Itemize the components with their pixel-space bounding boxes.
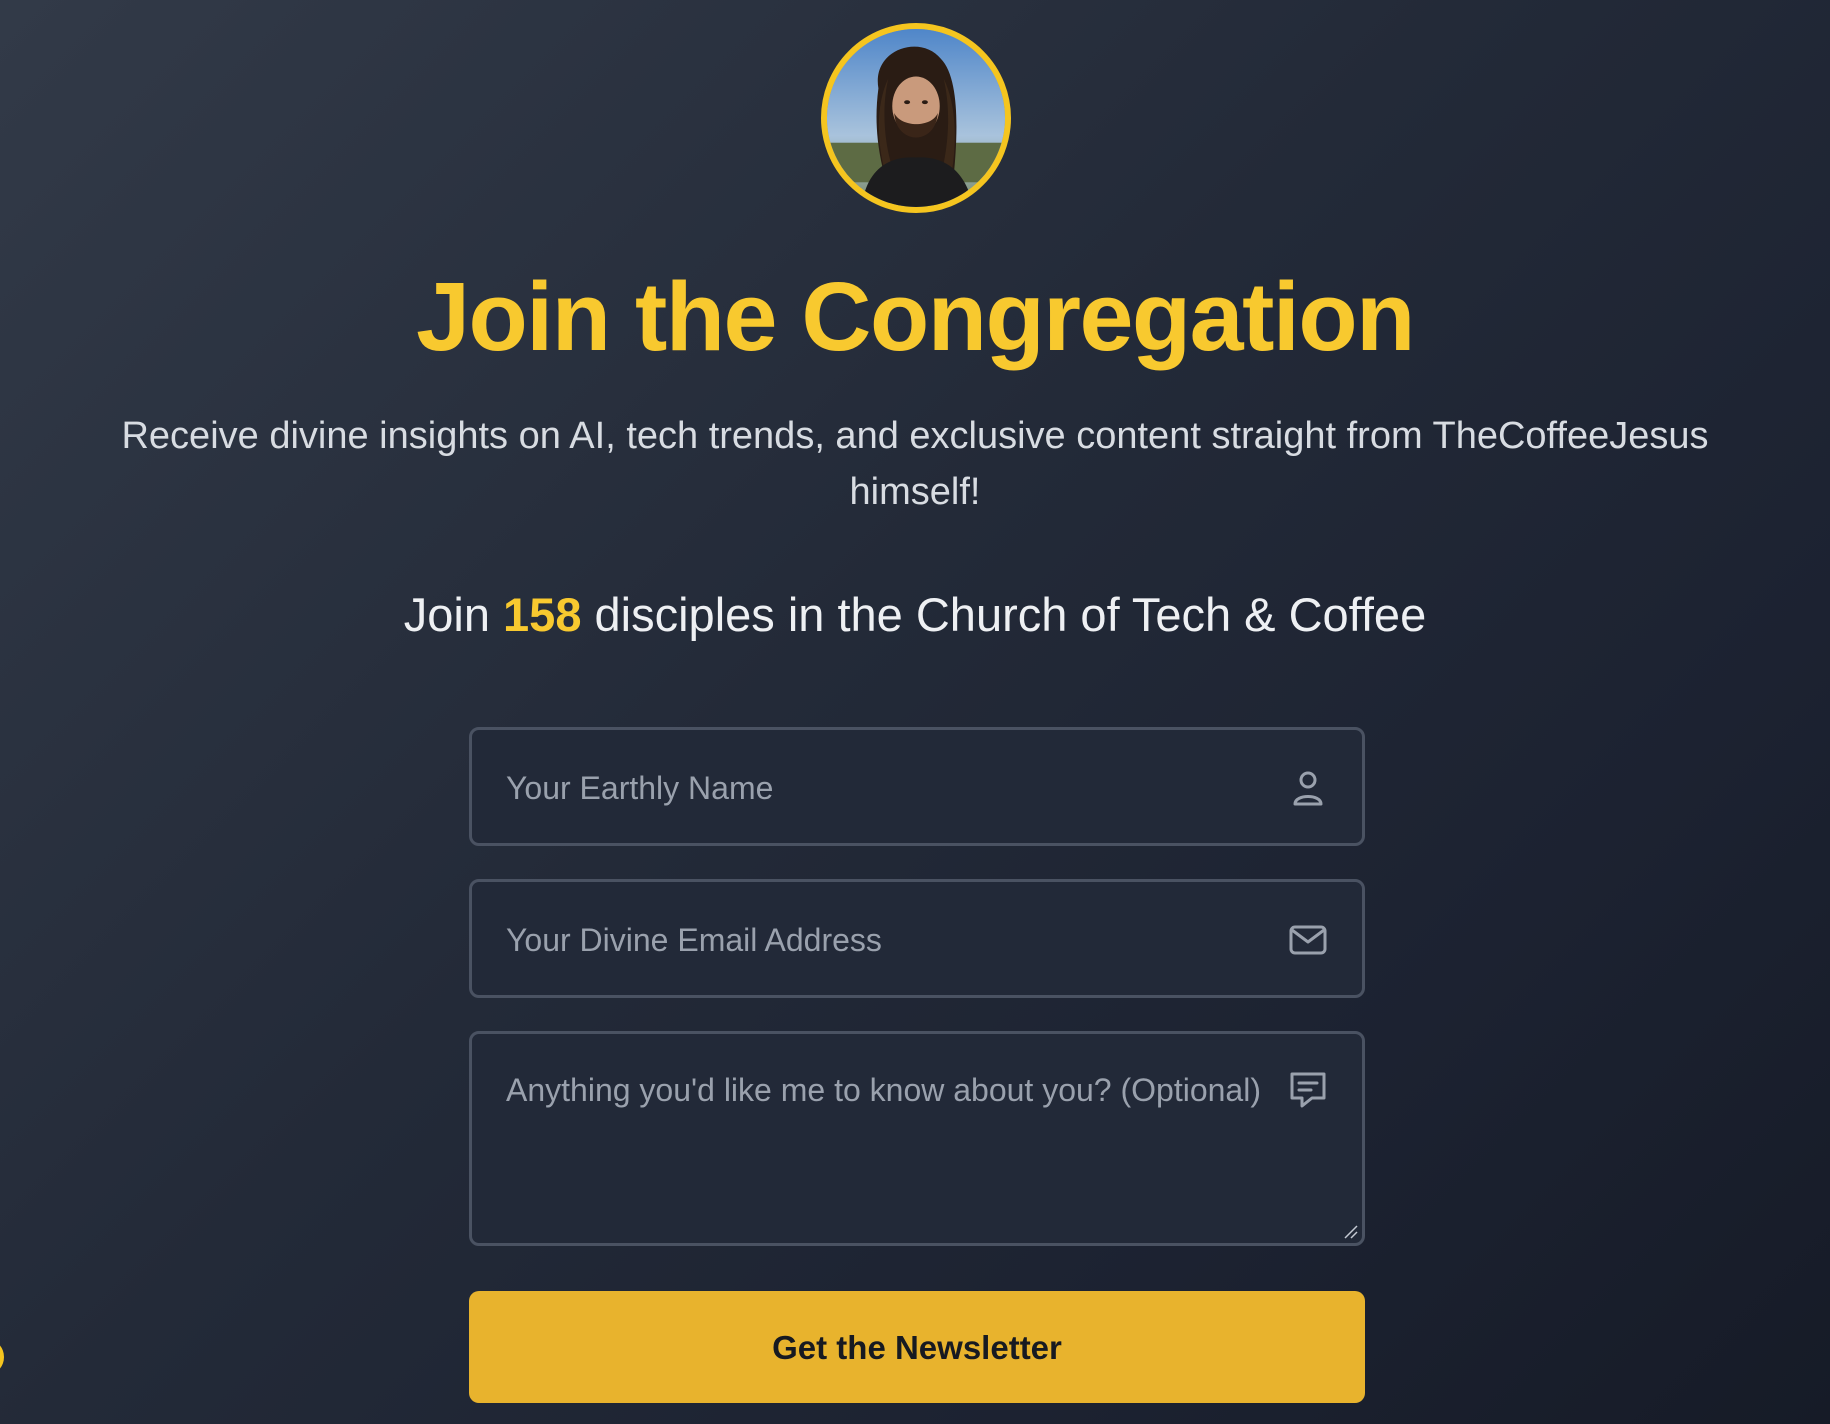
name-input[interactable]: Your Earthly Name	[469, 727, 1365, 846]
profile-avatar	[821, 23, 1011, 213]
name-placeholder: Your Earthly Name	[506, 770, 774, 806]
newsletter-signup-page: Join the Congregation Receive divine ins…	[0, 0, 1830, 1424]
chat-bubble-icon	[1290, 1072, 1326, 1108]
stats-suffix: disciples in the Church of Tech & Coffee	[581, 588, 1427, 641]
message-textarea[interactable]: Anything you'd like me to know about you…	[469, 1031, 1365, 1246]
stats-prefix: Join	[403, 588, 504, 641]
avatar-photo	[827, 29, 1005, 207]
message-placeholder: Anything you'd like me to know about you…	[506, 1072, 1261, 1108]
subscriber-count: 158	[503, 588, 582, 641]
resize-handle-icon[interactable]	[1342, 1223, 1358, 1239]
email-placeholder: Your Divine Email Address	[506, 922, 882, 958]
page-subtitle: Receive divine insights on AI, tech tren…	[121, 415, 1709, 513]
subscriber-count-line: Join 158 disciples in the Church of Tech…	[0, 585, 1830, 645]
floating-widget-button[interactable]	[0, 1340, 4, 1374]
email-input[interactable]: Your Divine Email Address	[469, 879, 1365, 998]
user-icon	[1293, 771, 1323, 806]
mail-icon	[1289, 925, 1327, 955]
page-title: Join the Congregation	[416, 262, 1415, 371]
subscribe-button[interactable]: Get the Newsletter	[469, 1291, 1365, 1403]
